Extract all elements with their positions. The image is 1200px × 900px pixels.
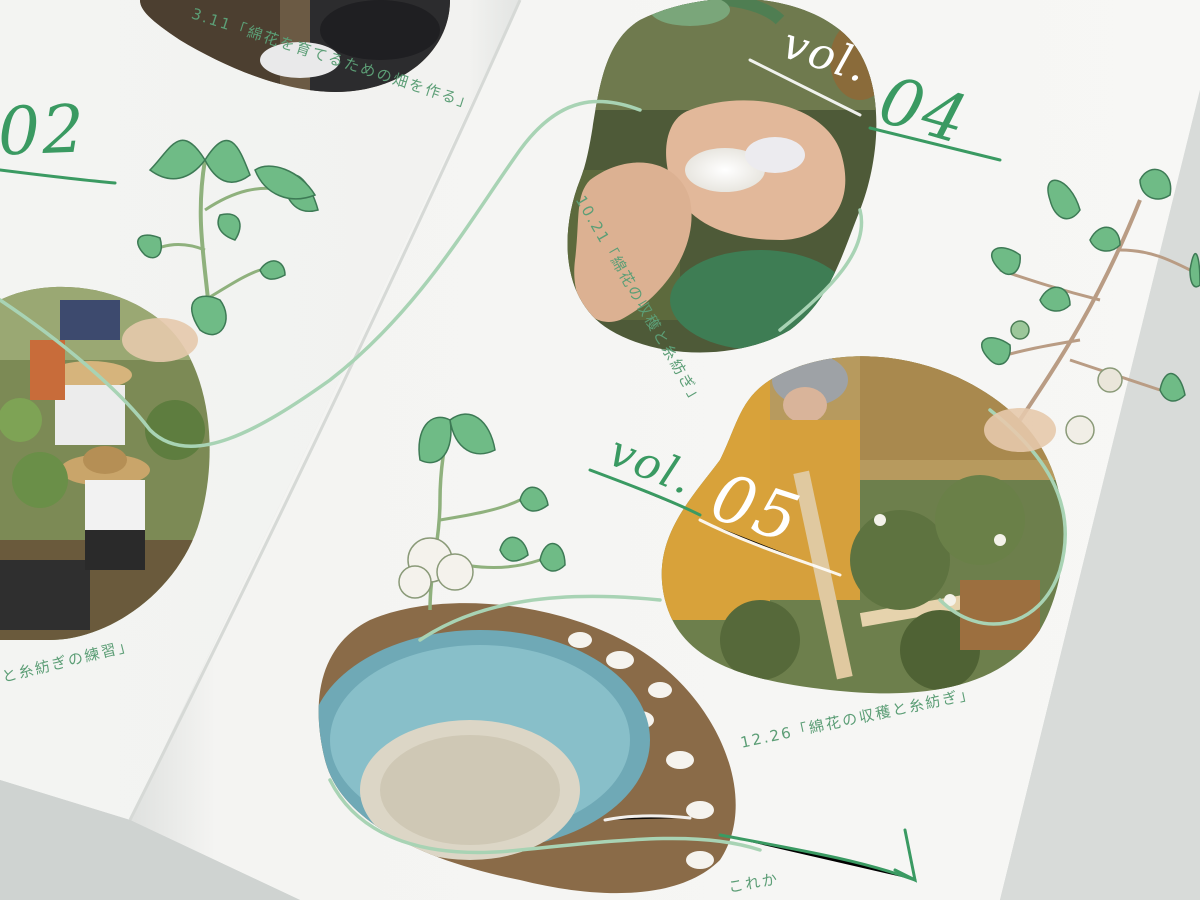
caption-vol-02: 3.11「綿花を育てるための畑を作る」 (189, 4, 477, 114)
photo-cotton-seeds-basket (318, 603, 736, 894)
cotton-plant-illustration-center (398, 413, 566, 611)
vol-number: 05 (702, 458, 810, 559)
photo-layer (0, 0, 1064, 894)
vol-04-number: 04 (871, 61, 977, 159)
thread-line (0, 99, 1067, 855)
vol-number: 02 (0, 90, 88, 171)
illustration-layer (0, 58, 1200, 883)
title-underline (0, 126, 1002, 883)
vol-05-number: 05 (702, 458, 809, 558)
cotton-plant-illustration-left (122, 139, 319, 362)
vol-word: vol. (601, 425, 702, 506)
vol-number: 04 (871, 61, 977, 160)
caption-bottom-partial: これか (726, 869, 781, 897)
paper-background (0, 0, 1200, 900)
vol-02-number: 02 (0, 90, 87, 170)
caption-vol-05: 12.26「綿花の収穫と糸紡ぎ」 (738, 684, 978, 752)
vol-04-label: vol. (776, 18, 875, 94)
magazine-mockup: 02 vol. 04 vol. 05 3.11「綿花を育てるための畑を作る」 1… (0, 0, 1200, 900)
vol-05-label: vol. (602, 425, 702, 505)
cotton-plant-illustration-right (981, 168, 1200, 452)
vol-word: vol. (776, 17, 876, 94)
photo-field-workers (0, 286, 210, 640)
caption-vol-04: 10.21「綿花の収穫と糸紡ぎ」 (571, 192, 708, 410)
caption-left-partial: と糸紡ぎの練習」 (0, 635, 137, 687)
